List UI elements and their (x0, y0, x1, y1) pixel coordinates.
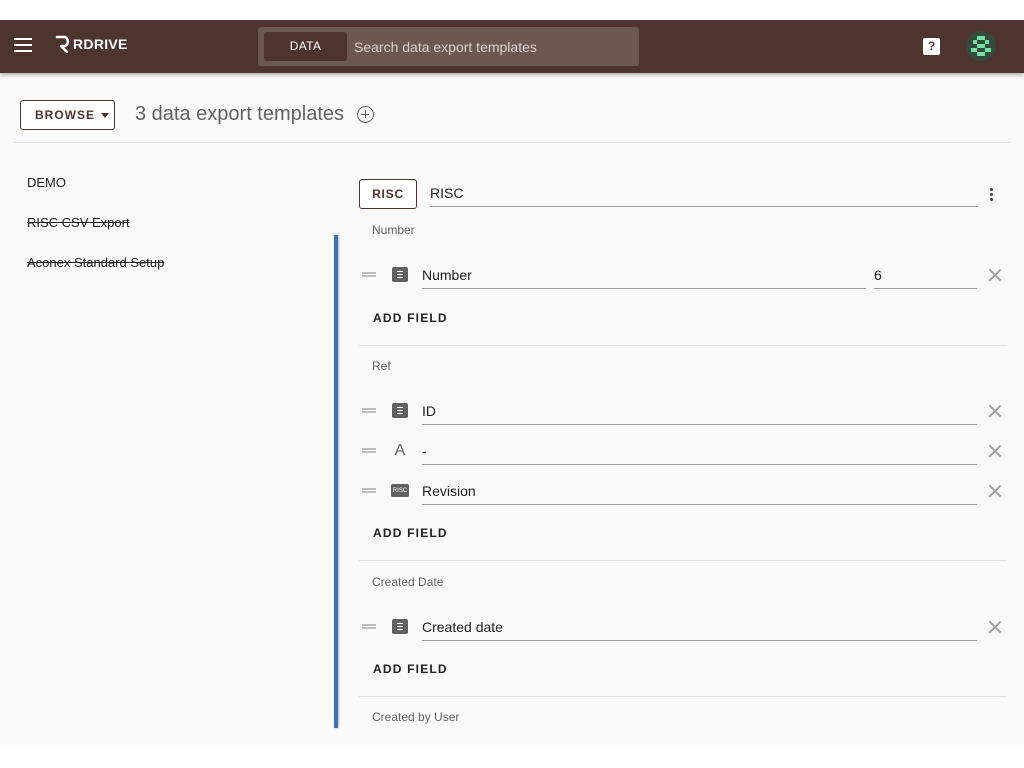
top-bar: RDRIVE DATA ? (0, 20, 1024, 73)
logo-text: RDRIVE (73, 36, 128, 52)
field-row (360, 611, 1008, 643)
section-label: Number (372, 223, 415, 237)
app-logo[interactable]: RDRIVE (55, 35, 128, 53)
add-field-button[interactable]: ADD FIELD (373, 662, 448, 676)
template-item-aconex[interactable]: Aconex Standard Setup (27, 255, 164, 270)
drag-handle-icon[interactable] (362, 408, 376, 413)
template-item-demo[interactable]: DEMO (27, 175, 66, 190)
search-input[interactable] (354, 32, 634, 61)
drag-handle-icon[interactable] (362, 272, 376, 277)
add-template-icon[interactable] (357, 106, 374, 123)
section-divider (359, 560, 1007, 561)
add-field-button[interactable]: ADD FIELD (373, 311, 448, 325)
rdrive-logo-icon (55, 35, 70, 53)
template-name-input[interactable] (430, 180, 978, 207)
add-field-button[interactable]: ADD FIELD (373, 526, 448, 540)
field-name-input[interactable] (422, 437, 977, 465)
app-window: RDRIVE DATA ? BROWSE 3 data export templ… (0, 20, 1024, 748)
field-row: A (360, 435, 1008, 467)
template-list: DEMO RISC CSV Export Aconex Standard Set… (0, 143, 340, 748)
template-editor: RISC Number ADD FIELD Ref A (340, 143, 1024, 748)
risc-icon: RISC (391, 484, 409, 497)
number-icon (392, 267, 408, 282)
field-name-input[interactable] (422, 397, 977, 425)
field-name-input[interactable] (422, 261, 866, 289)
more-options-icon[interactable] (990, 188, 994, 202)
remove-field-icon[interactable] (988, 404, 1002, 418)
section-divider (359, 345, 1007, 346)
remove-field-icon[interactable] (988, 484, 1002, 498)
section-divider (359, 696, 1007, 697)
remove-field-icon[interactable] (988, 268, 1002, 282)
hamburger-menu-icon[interactable] (14, 38, 32, 52)
selection-accent-bar (334, 235, 338, 728)
drag-handle-icon[interactable] (362, 624, 376, 629)
field-name-input[interactable] (422, 613, 977, 641)
page-title: 3 data export templates (135, 103, 345, 125)
number-icon (392, 619, 408, 634)
remove-field-icon[interactable] (988, 444, 1002, 458)
template-item-risc-csv[interactable]: RISC CSV Export (27, 215, 130, 230)
page-header: BROWSE 3 data export templates (0, 73, 1024, 143)
drag-handle-icon[interactable] (362, 488, 376, 493)
avatar[interactable] (966, 31, 996, 61)
template-type-button[interactable]: RISC (359, 179, 417, 209)
section-label: Ref (372, 359, 391, 373)
field-row (360, 395, 1008, 427)
field-name-input[interactable] (422, 477, 977, 505)
help-icon[interactable]: ? (923, 38, 940, 55)
browse-button[interactable]: BROWSE (20, 100, 115, 130)
search-bar: DATA (258, 27, 639, 66)
section-label: Created Date (372, 575, 444, 589)
field-row (360, 259, 1008, 291)
browse-label: BROWSE (35, 108, 95, 122)
search-scope-chip[interactable]: DATA (264, 32, 347, 61)
remove-field-icon[interactable] (988, 620, 1002, 634)
drag-handle-icon[interactable] (362, 448, 376, 453)
field-length-input[interactable] (874, 261, 977, 289)
field-row: RISC (360, 475, 1008, 507)
number-icon (392, 403, 408, 418)
caret-down-icon (101, 113, 109, 119)
avatar-identicon (971, 36, 991, 56)
section-label: Created by User (372, 710, 460, 724)
text-icon: A (394, 442, 406, 459)
